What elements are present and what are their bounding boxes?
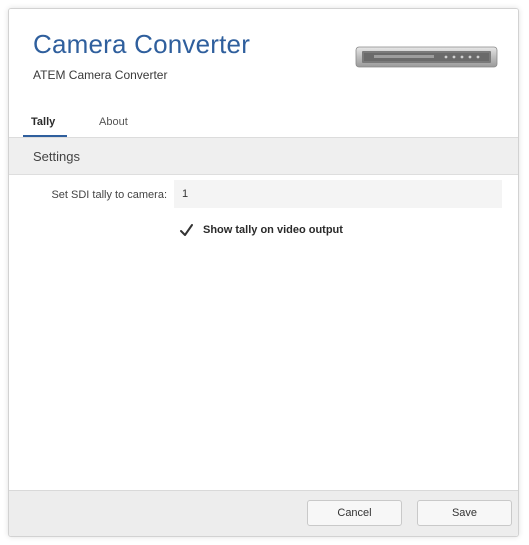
- device-image: [355, 46, 498, 68]
- active-tab-indicator: [23, 135, 67, 137]
- tab-bar: Tally About: [9, 107, 518, 138]
- settings-section-header: Settings: [9, 138, 518, 175]
- sdi-tally-label: Set SDI tally to camera:: [51, 189, 167, 201]
- show-tally-checkbox[interactable]: [179, 223, 194, 238]
- tab-tally[interactable]: Tally: [31, 116, 55, 128]
- checkmark-icon: [180, 224, 193, 236]
- page-title: Camera Converter: [33, 29, 251, 59]
- device-name: ATEM Camera Converter: [33, 68, 168, 82]
- dialog-footer: Cancel Save: [9, 490, 518, 536]
- tab-about[interactable]: About: [99, 116, 128, 128]
- save-button[interactable]: Save: [417, 500, 512, 526]
- camera-converter-dialog: Camera Converter ATEM Camera Converter T…: [8, 8, 519, 537]
- sdi-tally-camera-input[interactable]: [174, 180, 502, 208]
- show-tally-label: Show tally on video output: [203, 224, 343, 236]
- cancel-button[interactable]: Cancel: [307, 500, 402, 526]
- dialog-header: Camera Converter ATEM Camera Converter: [9, 9, 518, 107]
- section-title: Settings: [33, 149, 80, 164]
